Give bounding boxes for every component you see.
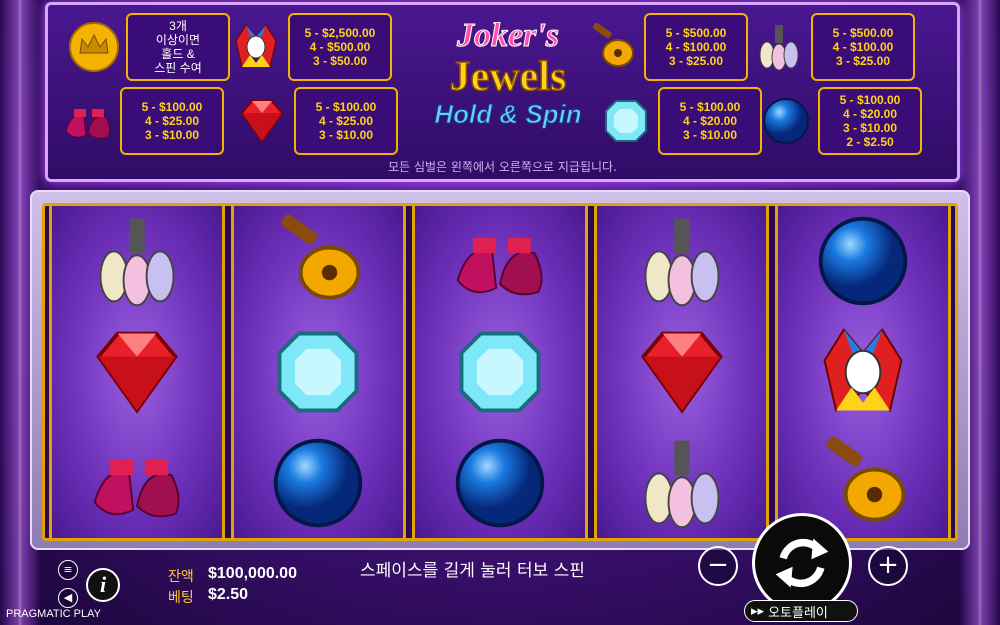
paytable-item-jester-shoes: 5 - $100.00 4 - $25.00 3 - $10.00 [62, 87, 224, 155]
crown-coin-icon [69, 22, 119, 72]
reel-5 [775, 206, 951, 538]
bowling-pins-icon [759, 25, 799, 71]
blue-diamond-icon [459, 331, 541, 413]
paytable-item-red-gem: 5 - $100.00 4 - $25.00 3 - $10.00 [236, 87, 398, 155]
paytable-note: 모든 심벌은 왼쪽에서 오른쪽으로 지급됩니다. [388, 160, 617, 174]
paytable-item-blue-orb: 5 - $100.00 4 - $20.00 3 - $10.00 2 - $2… [760, 87, 922, 155]
blue-orb-icon [818, 217, 908, 306]
blue-orb-icon [455, 438, 545, 527]
brand-label: PRAGMATIC PLAY [6, 608, 101, 620]
paytable-lute-box: 5 - $500.00 4 - $100.00 3 - $25.00 [644, 13, 748, 81]
spin-arrows-icon [775, 538, 829, 588]
joker-icon [823, 328, 903, 413]
decrease-bet-button[interactable]: − [698, 546, 738, 586]
joker-icon [235, 24, 277, 68]
sound-button[interactable]: ◀ [58, 588, 78, 608]
lute-icon [281, 214, 361, 300]
paytable-item-bowling-pins: 5 - $500.00 4 - $100.00 3 - $25.00 [753, 13, 915, 81]
jester-shoes-icon [93, 459, 180, 517]
paytable-item-lute: 5 - $500.00 4 - $100.00 3 - $25.00 [586, 13, 748, 81]
blue-orb-icon [763, 98, 809, 144]
autoplay-icon: ▸▸ [751, 603, 765, 619]
paytable-item-joker: 5 - $2,500.00 4 - $500.00 3 - $50.00 [230, 13, 392, 81]
menu-button[interactable]: ≡ [58, 560, 78, 580]
autoplay-button[interactable]: ▸▸ 오토플레이 [744, 600, 858, 622]
bet-value: $2.50 [208, 586, 249, 603]
paytable-redgem-box: 5 - $100.00 4 - $25.00 3 - $10.00 [294, 87, 398, 155]
spin-button[interactable] [752, 513, 852, 613]
turbo-hint-text: 스페이스를 길게 눌러 터보 스핀 [360, 561, 585, 581]
bowling-pins-icon [644, 219, 720, 307]
paytable-panel: 3개 이상이면 홀드 & 스핀 수여 5 - $2,500.00 4 - $50… [45, 2, 960, 182]
paytable-pins-box: 5 - $500.00 4 - $100.00 3 - $25.00 [811, 13, 915, 81]
reels-area [42, 203, 958, 541]
red-gem-icon [640, 331, 723, 414]
bowling-pins-icon [644, 440, 720, 528]
bowling-pins-icon [99, 219, 175, 307]
balance-value: $100,000.00 [208, 565, 297, 582]
reel-1 [49, 206, 225, 538]
red-gem-icon [95, 331, 178, 414]
paytable-item-blue-diamond: 5 - $100.00 4 - $20.00 3 - $10.00 [600, 87, 762, 155]
game-logo: Joker's Jewels Hold & Spin [434, 17, 582, 130]
paytable-shoes-box: 5 - $100.00 4 - $25.00 3 - $10.00 [120, 87, 224, 155]
jester-shoes-icon [65, 109, 111, 139]
reel-4 [593, 206, 770, 538]
blue-orb-icon [274, 438, 363, 527]
bet-label: 베팅 [168, 590, 194, 606]
red-gem-icon [240, 100, 284, 143]
autoplay-label: 오토플레이 [768, 605, 828, 621]
paytable-orb-box: 5 - $100.00 4 - $20.00 3 - $10.00 2 - $2… [818, 87, 922, 155]
increase-bet-button[interactable]: + [868, 546, 908, 586]
paytable-bluediamond-box: 5 - $100.00 4 - $20.00 3 - $10.00 [658, 87, 762, 155]
reel-3 [412, 206, 588, 538]
lute-icon [592, 22, 634, 67]
blue-diamond-icon [605, 100, 647, 142]
jester-shoes-icon [456, 238, 543, 296]
reel-2 [230, 206, 407, 538]
info-button[interactable]: i [86, 568, 120, 602]
balance-label: 잔액 [168, 569, 194, 585]
paytable-item-crown-coin: 3개 이상이면 홀드 & 스핀 수여 [68, 13, 230, 81]
paytable-joker-box: 5 - $2,500.00 4 - $500.00 3 - $50.00 [288, 13, 392, 81]
paytable-bonus-box: 3개 이상이면 홀드 & 스핀 수여 [126, 13, 230, 81]
blue-diamond-icon [278, 331, 359, 413]
